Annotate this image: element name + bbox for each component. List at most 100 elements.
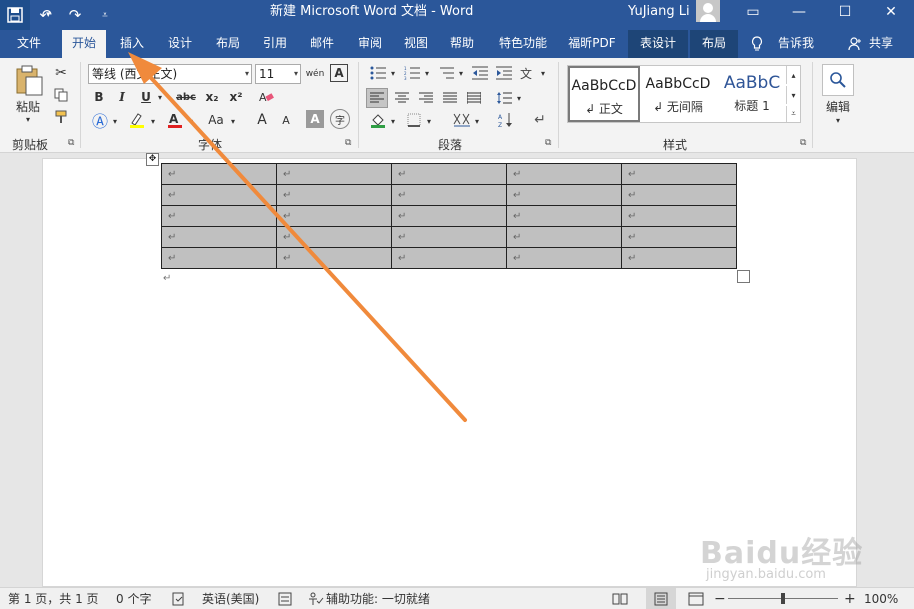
numbering-icon[interactable]: 123 — [402, 64, 422, 82]
decrease-indent-icon[interactable] — [470, 64, 490, 82]
enclose-characters-button[interactable]: 字 — [330, 109, 350, 129]
web-layout-icon[interactable] — [688, 588, 704, 609]
bullets-icon[interactable] — [368, 64, 388, 82]
table-cell[interactable]: ↵ — [506, 205, 622, 227]
table-cell[interactable]: ↵ — [391, 163, 507, 185]
multilevel-dropdown-icon[interactable]: ▾ — [456, 64, 466, 82]
paste-button-label[interactable]: 粘贴 — [12, 98, 44, 114]
line-spacing-dropdown-icon[interactable]: ▾ — [514, 88, 524, 108]
shading-dropdown-icon[interactable]: ▾ — [388, 112, 398, 130]
font-name-select[interactable]: 等线 (西文正文) ▾ — [88, 64, 252, 84]
font-launcher-icon[interactable]: ⧉ — [345, 138, 351, 148]
minimize-button[interactable]: — — [776, 0, 822, 24]
table-cell[interactable]: ↵ — [621, 163, 737, 185]
zoom-slider-thumb[interactable] — [781, 593, 785, 604]
tab-view[interactable]: 视图 — [396, 30, 436, 58]
tab-foxit-pdf[interactable]: 福昕PDF — [562, 30, 622, 58]
paragraph-launcher-icon[interactable]: ⧉ — [545, 138, 551, 148]
table-resize-handle[interactable] — [737, 270, 750, 283]
table-cell[interactable]: ↵ — [506, 163, 622, 185]
table-cell[interactable]: ↵ — [161, 205, 277, 227]
asian-typography-icon[interactable] — [452, 110, 472, 130]
table-cell[interactable]: ↵ — [506, 184, 622, 206]
paste-icon[interactable] — [12, 64, 46, 98]
zoom-level[interactable]: 100% — [864, 588, 898, 609]
grow-font-button[interactable]: A — [252, 110, 272, 130]
table-cell[interactable]: ↵ — [391, 184, 507, 206]
zoom-slider[interactable] — [728, 588, 838, 609]
tell-me-search[interactable]: 告诉我 — [774, 30, 818, 58]
avatar[interactable] — [696, 0, 720, 22]
tab-help[interactable]: 帮助 — [442, 30, 482, 58]
tab-review[interactable]: 审阅 — [350, 30, 390, 58]
editing-dropdown-icon[interactable]: ▾ — [832, 114, 844, 126]
tab-special-features[interactable]: 特色功能 — [492, 30, 554, 58]
bold-button[interactable]: B — [90, 88, 108, 106]
tab-mailings[interactable]: 邮件 — [302, 30, 342, 58]
tab-table-design[interactable]: 表设计 — [628, 30, 688, 58]
table-move-handle-icon[interactable]: ✥ — [146, 153, 159, 166]
tab-design[interactable]: 设计 — [160, 30, 200, 58]
shading-icon[interactable] — [368, 110, 388, 130]
maximize-button[interactable]: ☐ — [822, 0, 868, 24]
document-area[interactable]: ✥ ↵ ↵ ↵ ↵ ↵ ↵ ↵ ↵ ↵ ↵ ↵ ↵ ↵ ↵ ↵ ↵ ↵ ↵ ↵ ↵ ↵ ↵ ↵ ↵ ↵ ↵ — [0, 153, 914, 587]
styles-more-icon[interactable]: ⩡ — [786, 106, 800, 122]
line-spacing-icon[interactable] — [494, 88, 514, 108]
character-border-icon[interactable]: A — [330, 64, 348, 82]
table-cell[interactable]: ↵ — [391, 247, 507, 269]
clipboard-launcher-icon[interactable]: ⧉ — [68, 138, 74, 148]
accessibility-icon[interactable] — [308, 588, 324, 609]
numbering-dropdown-icon[interactable]: ▾ — [422, 64, 432, 82]
distributed-button[interactable] — [464, 88, 484, 108]
borders-icon[interactable] — [404, 110, 424, 130]
word-table[interactable]: ↵ ↵ ↵ ↵ ↵ ↵ ↵ ↵ ↵ ↵ ↵ ↵ ↵ ↵ ↵ ↵ ↵ ↵ ↵ ↵ ↵ ↵ ↵ ↵ ↵ — [161, 163, 737, 269]
search-icon[interactable] — [822, 64, 854, 96]
save-icon[interactable] — [0, 0, 30, 30]
text-effects-icon[interactable]: Ⓐ — [90, 110, 110, 131]
tab-table-layout[interactable]: 布局 — [690, 30, 738, 58]
underline-button[interactable]: U — [137, 88, 155, 106]
cut-icon[interactable]: ✂ — [52, 64, 70, 82]
phonetic-guide-icon[interactable]: wén — [304, 64, 326, 84]
read-mode-icon[interactable] — [612, 588, 628, 609]
page-count[interactable]: 第 1 页，共 1 页 — [8, 588, 99, 609]
align-right-button[interactable] — [416, 88, 436, 108]
undo-icon[interactable]: ↶ ▾ — [30, 0, 60, 30]
asian-typography-dropdown-icon[interactable]: ▾ — [472, 112, 482, 130]
superscript-button[interactable]: x² — [226, 88, 246, 106]
borders-dropdown-icon[interactable]: ▾ — [424, 112, 434, 130]
table-cell[interactable]: ↵ — [621, 205, 737, 227]
lightbulb-icon[interactable] — [748, 30, 766, 58]
copy-icon[interactable] — [52, 86, 70, 104]
styles-scroll-down-icon[interactable]: ▾ — [786, 86, 800, 104]
table-cell[interactable]: ↵ — [506, 247, 622, 269]
chinese-layout-icon[interactable]: 文 — [518, 64, 538, 82]
font-size-select[interactable]: 11 ▾ — [255, 64, 301, 84]
share-button[interactable]: 共享 — [864, 30, 898, 58]
font-color-dropdown-icon[interactable]: ▾ — [186, 112, 196, 130]
style-no-spacing[interactable]: AaBbCcD ↲ 无间隔 — [642, 66, 714, 122]
table-cell[interactable]: ↵ — [161, 184, 277, 206]
table-cell[interactable]: ↵ — [276, 163, 392, 185]
user-name[interactable]: YuJiang Li — [628, 0, 690, 26]
bullets-dropdown-icon[interactable]: ▾ — [388, 64, 398, 82]
sort-icon[interactable]: AZ — [496, 110, 516, 130]
share-user-icon[interactable] — [846, 30, 864, 58]
character-shading-button[interactable]: A — [306, 110, 324, 128]
table-cell[interactable]: ↵ — [391, 226, 507, 248]
macro-icon[interactable] — [278, 588, 292, 609]
subscript-button[interactable]: x₂ — [202, 88, 222, 106]
style-normal[interactable]: AaBbCcD ↲ 正文 — [568, 66, 640, 122]
tab-home[interactable]: 开始 — [62, 30, 106, 58]
table-cell[interactable]: ↵ — [161, 226, 277, 248]
italic-button[interactable]: I — [113, 88, 131, 106]
table-cell[interactable]: ↵ — [276, 184, 392, 206]
change-case-button[interactable]: Aa — [204, 110, 228, 130]
style-heading-1[interactable]: AaBbC 标题 1 — [716, 66, 788, 122]
zoom-out-button[interactable]: − — [714, 588, 726, 609]
show-hide-marks-icon[interactable]: ↵ — [530, 110, 550, 130]
paste-dropdown-icon[interactable]: ▾ — [22, 114, 34, 124]
increase-indent-icon[interactable] — [494, 64, 514, 82]
print-layout-icon[interactable] — [646, 588, 676, 609]
change-case-dropdown-icon[interactable]: ▾ — [228, 112, 238, 130]
